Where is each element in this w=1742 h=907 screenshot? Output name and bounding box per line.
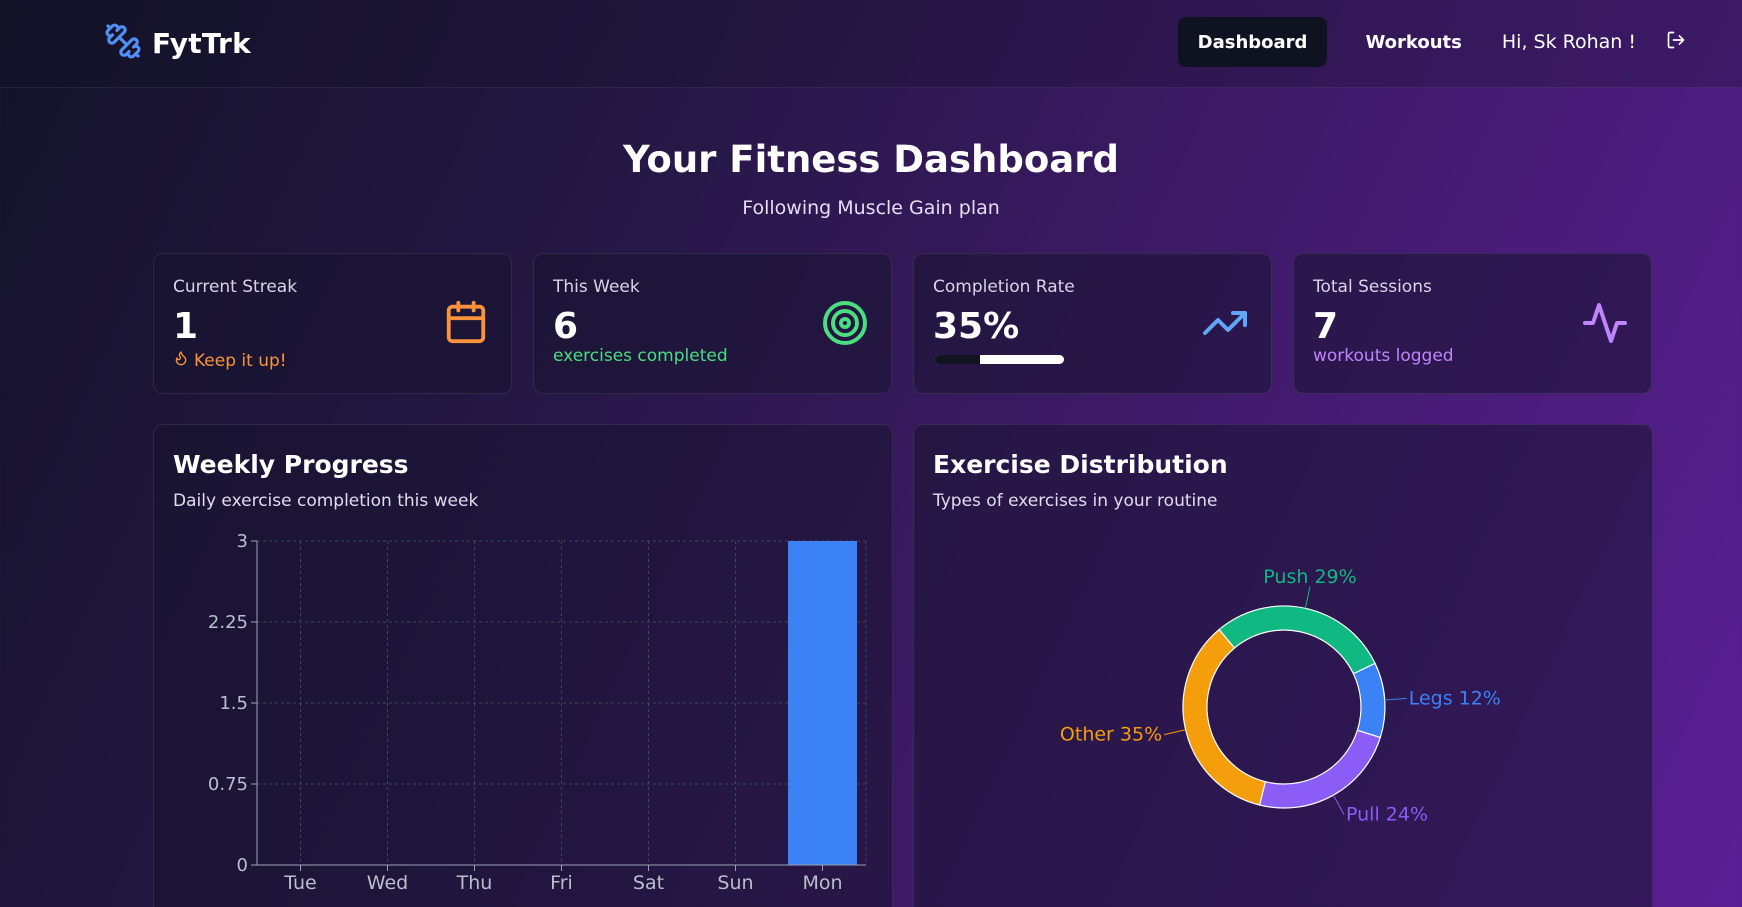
x-tick-label: Sun — [717, 872, 753, 894]
stat-label: Total Sessions — [1313, 277, 1432, 297]
completion-progress-fill — [934, 355, 980, 364]
donut-slice-push[interactable] — [1218, 605, 1376, 675]
donut-slice-pull[interactable] — [1258, 729, 1382, 809]
x-tick-label: Sat — [633, 872, 664, 894]
stat-note: Keep it up! — [173, 350, 287, 371]
donut-leader-line — [1384, 697, 1407, 701]
y-tick-label: 2.25 — [208, 612, 248, 633]
stat-card-streak: Current Streak 1 Keep it up! — [153, 253, 512, 394]
x-tick-label: Mon — [802, 872, 842, 894]
stat-card-completion: Completion Rate 35% — [913, 253, 1272, 394]
bar-mon[interactable] — [788, 541, 857, 865]
stat-value: 6 — [553, 306, 579, 347]
page-subtitle: Following Muscle Gain plan — [742, 197, 1000, 219]
donut-slice-other[interactable] — [1182, 628, 1267, 806]
x-tick-label: Fri — [550, 872, 573, 894]
exercise-distribution-panel: Exercise Distribution Types of exercises… — [913, 424, 1653, 907]
weekly-bar-chart: 0 0.75 1.5 2.25 3 Tue Wed Thu Fri Sat Sun Mon — [208, 531, 867, 894]
stat-value: 1 — [173, 306, 199, 347]
x-tick-label: Thu — [456, 872, 493, 894]
x-tick-label: Wed — [367, 872, 408, 894]
calendar-icon — [443, 299, 489, 349]
donut-label-legs: Legs 12% — [1409, 687, 1501, 709]
y-tick-label: 0 — [237, 855, 248, 876]
x-tick-label: Tue — [283, 872, 316, 894]
y-tick-label: 3 — [237, 531, 248, 552]
stat-value: 7 — [1313, 306, 1339, 347]
user-greeting: Hi, Sk Rohan ! — [1501, 31, 1636, 53]
target-icon — [821, 299, 869, 351]
completion-progress-bar — [934, 355, 1064, 364]
stat-card-week: This Week 6 exercises completed — [533, 253, 892, 394]
exercise-donut-chart: Push 29% Legs 12% Pull 24% Other 35% — [1060, 566, 1501, 826]
donut-slice-legs[interactable] — [1352, 662, 1386, 739]
dumbbell-icon — [104, 22, 142, 64]
donut-leader-line — [1304, 586, 1311, 609]
streak-note-text: Keep it up! — [194, 350, 287, 371]
donut-label-other: Other 35% — [1060, 724, 1162, 746]
stat-label: Completion Rate — [933, 277, 1075, 297]
stat-value: 35% — [933, 306, 1020, 347]
donut-label-push: Push 29% — [1263, 566, 1356, 588]
flame-icon — [173, 350, 189, 371]
donut-leader-line — [1164, 729, 1186, 736]
nav-workouts-button[interactable]: Workouts — [1345, 17, 1481, 67]
y-tick-label: 1.5 — [219, 693, 248, 714]
stat-note: exercises completed — [553, 346, 728, 366]
stat-label: Current Streak — [173, 277, 298, 297]
trending-up-icon — [1201, 299, 1249, 351]
donut-label-pull: Pull 24% — [1346, 803, 1428, 825]
stat-label: This Week — [553, 277, 640, 297]
weekly-progress-panel: Weekly Progress Daily exercise completio… — [153, 424, 893, 907]
brand[interactable]: FytTrk — [104, 22, 251, 64]
logout-icon — [1666, 30, 1686, 54]
page-title: Your Fitness Dashboard — [623, 138, 1119, 181]
nav-menu: Dashboard Workouts Hi, Sk Rohan ! — [1177, 17, 1686, 67]
nav-dashboard-button[interactable]: Dashboard — [1177, 17, 1328, 67]
stat-note: workouts logged — [1313, 346, 1454, 366]
y-tick-label: 0.75 — [208, 774, 248, 795]
brand-name: FytTrk — [152, 26, 251, 60]
top-navbar: FytTrk Dashboard Workouts Hi, Sk Rohan ! — [0, 0, 1742, 88]
activity-icon — [1581, 299, 1629, 351]
donut-leader-line — [1332, 794, 1345, 815]
stat-card-sessions: Total Sessions 7 workouts logged — [1293, 253, 1652, 394]
logout-button[interactable] — [1666, 30, 1686, 54]
